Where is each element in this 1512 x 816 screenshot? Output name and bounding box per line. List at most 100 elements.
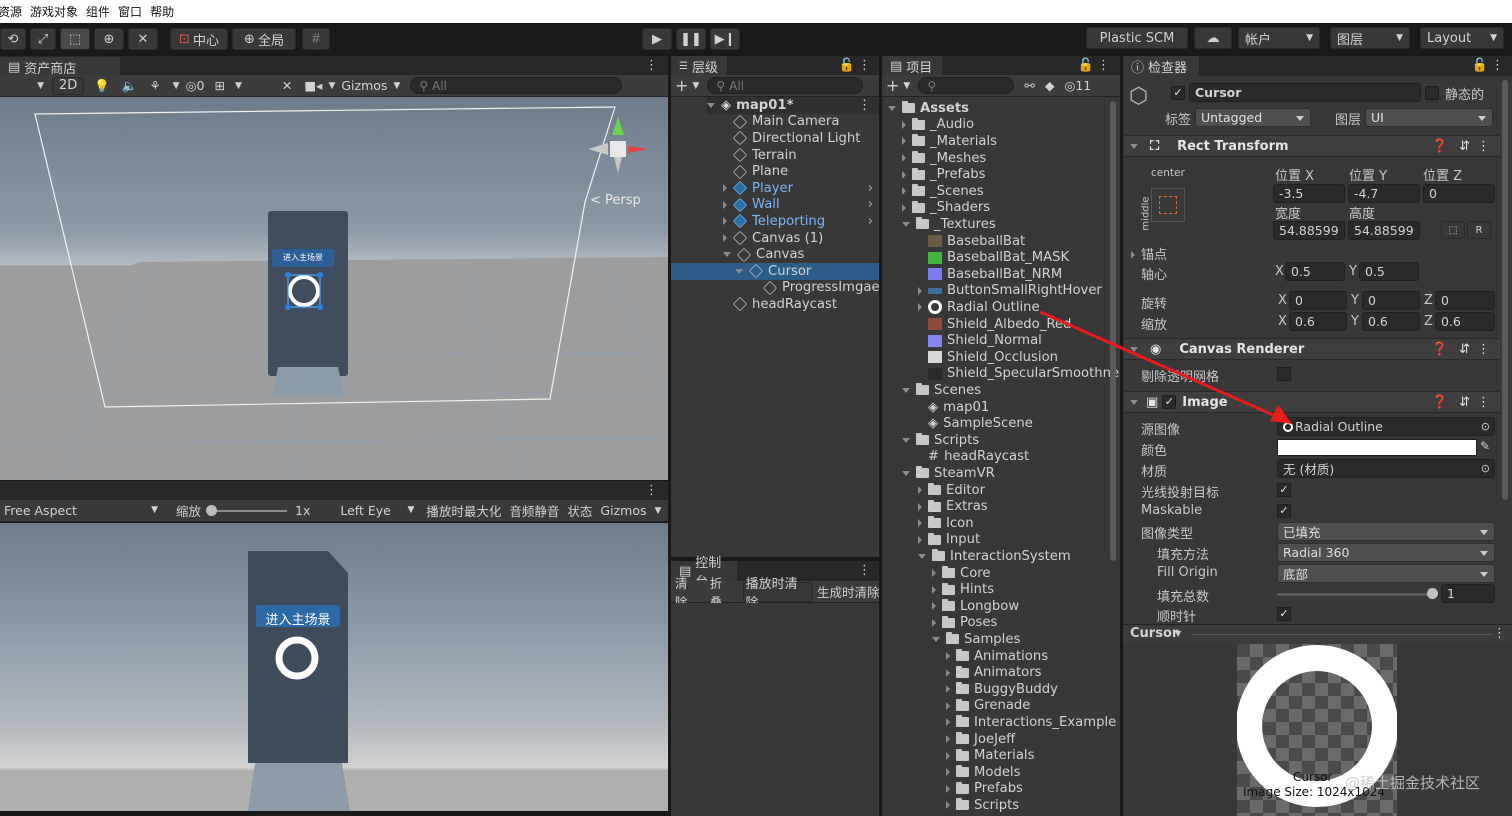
more-icon[interactable]: ⋮ [645,58,658,73]
rotation-z-input[interactable]: 0 [1435,291,1495,310]
project-item[interactable]: # headRaycast [928,449,1029,466]
transform-tool-icon[interactable]: ⊕ [94,28,124,50]
project-item[interactable]: JoeJeff [946,731,1015,748]
project-item[interactable]: _Textures [902,216,996,233]
project-item[interactable]: Shield_Occlusion [928,349,1058,366]
active-checkbox[interactable]: ✓ [1171,86,1185,100]
chevron-down-icon[interactable]: ▼ [692,81,699,91]
add-icon[interactable]: + [886,76,899,95]
project-item[interactable]: Interactions_Example [946,714,1116,731]
color-field[interactable] [1277,439,1477,456]
fill-origin-dropdown[interactable]: 底部 [1277,564,1495,583]
project-item[interactable]: _Scenes [902,183,984,200]
project-item[interactable]: Extras [918,498,988,515]
canvas-renderer-header[interactable]: ◉ Canvas Renderer ❓ ⇵ ⋮ [1124,338,1500,360]
project-item[interactable]: Animations [946,648,1048,665]
effects-icon[interactable]: ⚘ [149,78,160,93]
clear-on-build-toggle[interactable]: 生成时清除 [817,582,879,601]
play-button[interactable]: ▶ [642,28,672,50]
project-item[interactable]: Poses [932,615,997,632]
preview-header[interactable]: Cursor ▼ ⋮ [1123,624,1512,644]
project-item[interactable]: Animators [946,664,1042,681]
filter-label-icon[interactable]: ◆ [1045,78,1055,93]
hierarchy-item[interactable]: Terrain [732,147,797,164]
project-item[interactable]: Models [946,764,1020,781]
toggle-2d[interactable]: 2D [52,76,85,95]
scale-x-input[interactable]: 0.6 [1289,312,1347,331]
menu-component[interactable]: 组件 [86,3,118,20]
image-header[interactable]: ▣ ✓ Image ❓ ⇵ ⋮ [1124,391,1500,413]
scale-tool-icon[interactable]: ⤢ [30,28,56,50]
project-item[interactable]: Shield_SpecularSmoothness [928,366,1120,383]
pos-y-input[interactable]: -4.7 [1348,184,1420,203]
chevron-down-icon[interactable]: ▼ [4,81,44,91]
tab-inspector[interactable]: ⓘ 检查器 [1123,56,1199,76]
project-item[interactable]: Samples [932,631,1020,648]
project-item[interactable]: Materials [946,747,1034,764]
visibility-icon[interactable]: ◎0 [186,78,205,93]
tab-asset-store[interactable]: ▤ 资产商店 [0,57,120,77]
hierarchy-search-input[interactable]: ⚲ All [707,77,864,94]
rotate-tool-icon[interactable]: ⟲ [0,28,26,50]
audio-icon[interactable]: 🔈 [122,78,138,94]
image-type-dropdown[interactable]: 已填充 [1277,522,1495,541]
scale-slider[interactable] [206,504,288,516]
rect-tool-icon[interactable]: ⬚ [60,28,90,50]
more-icon[interactable]: ⋮ [1097,58,1110,73]
rotation-y-input[interactable]: 0 [1362,291,1420,310]
more-icon[interactable]: ⋮ [1491,58,1504,73]
project-item[interactable]: _Meshes [902,150,986,167]
more-icon[interactable]: ⋮ [1493,626,1506,641]
step-button[interactable]: ▶❙ [710,28,740,50]
hierarchy-item[interactable]: Wall › [723,197,879,214]
more-icon[interactable]: ⋮ [858,563,871,578]
plastic-scm-button[interactable]: Plastic SCM [1086,27,1188,49]
filter-type-icon[interactable]: ⚯ [1024,78,1034,93]
persp-label[interactable]: < Persp [590,193,641,208]
account-dropdown[interactable]: 帐户 ▼ [1238,27,1320,49]
material-field[interactable]: 无 (材质) ⊙ [1277,459,1495,478]
chevron-down-icon[interactable]: ▼ [328,81,335,91]
project-item[interactable]: Editor [918,482,985,499]
project-item[interactable]: BaseballBat [928,233,1025,250]
project-item[interactable]: _Prefabs [902,166,986,183]
project-item[interactable]: Input [918,532,980,549]
pos-x-input[interactable]: -3.5 [1273,184,1345,203]
maximize-on-play-toggle[interactable]: 播放时最大化 [426,501,501,520]
hierarchy-item[interactable]: Player › [723,180,879,197]
fill-amount-slider[interactable] [1277,588,1438,599]
tag-dropdown[interactable]: Untagged [1195,108,1311,127]
lock-icon[interactable]: 🔓 [1078,58,1094,73]
hierarchy-item[interactable]: Directional Light [732,130,860,147]
project-search-input[interactable]: ⚲ [918,77,1015,94]
project-item[interactable]: BaseballBat_NRM [928,266,1062,283]
camera-icon[interactable]: ■◂ [304,78,322,93]
anchor-preset-button[interactable] [1151,188,1185,222]
pivot-toggle[interactable]: ⊡ 中心 [170,28,228,50]
project-item[interactable]: ◈ map01 [928,399,989,416]
project-item[interactable]: Grenade [946,698,1030,715]
static-checkbox[interactable] [1425,86,1439,100]
anchors-label[interactable]: 锚点 [1131,244,1167,263]
inspector-scrollbar[interactable] [1502,80,1508,500]
project-item[interactable]: _Shaders [902,200,990,217]
static-label[interactable]: 静态的 [1445,84,1484,103]
project-item[interactable]: Icon [918,515,974,532]
menu-gameobject[interactable]: 游戏对象 [30,3,86,20]
project-item[interactable]: _Audio [902,117,974,134]
rect-transform-header[interactable]: ⛶ Rect Transform ❓ ⇵ ⋮ [1124,135,1500,157]
pivot-y-input[interactable]: 0.5 [1359,262,1419,281]
raycast-target-checkbox[interactable]: ✓ [1277,483,1291,497]
tab-project[interactable]: ▤ 项目 [882,56,942,76]
menu-window[interactable]: 窗口 [118,3,150,20]
layer-dropdown[interactable]: UI [1365,108,1493,127]
project-item[interactable]: InteractionSystem [918,548,1071,565]
hierarchy-item[interactable]: ProgressImgae [762,280,880,297]
menu-help[interactable]: 帮助 [150,3,182,20]
hierarchy-item-selected[interactable]: Cursor [671,263,879,280]
eyedropper-icon[interactable]: ✎ [1480,439,1490,453]
tools-icon[interactable]: ✕ [282,78,292,93]
project-item[interactable]: BaseballBat_MASK [928,249,1069,266]
menu-assets[interactable]: 资源 [0,3,30,20]
chevron-down-icon[interactable]: ▼ [654,506,661,516]
